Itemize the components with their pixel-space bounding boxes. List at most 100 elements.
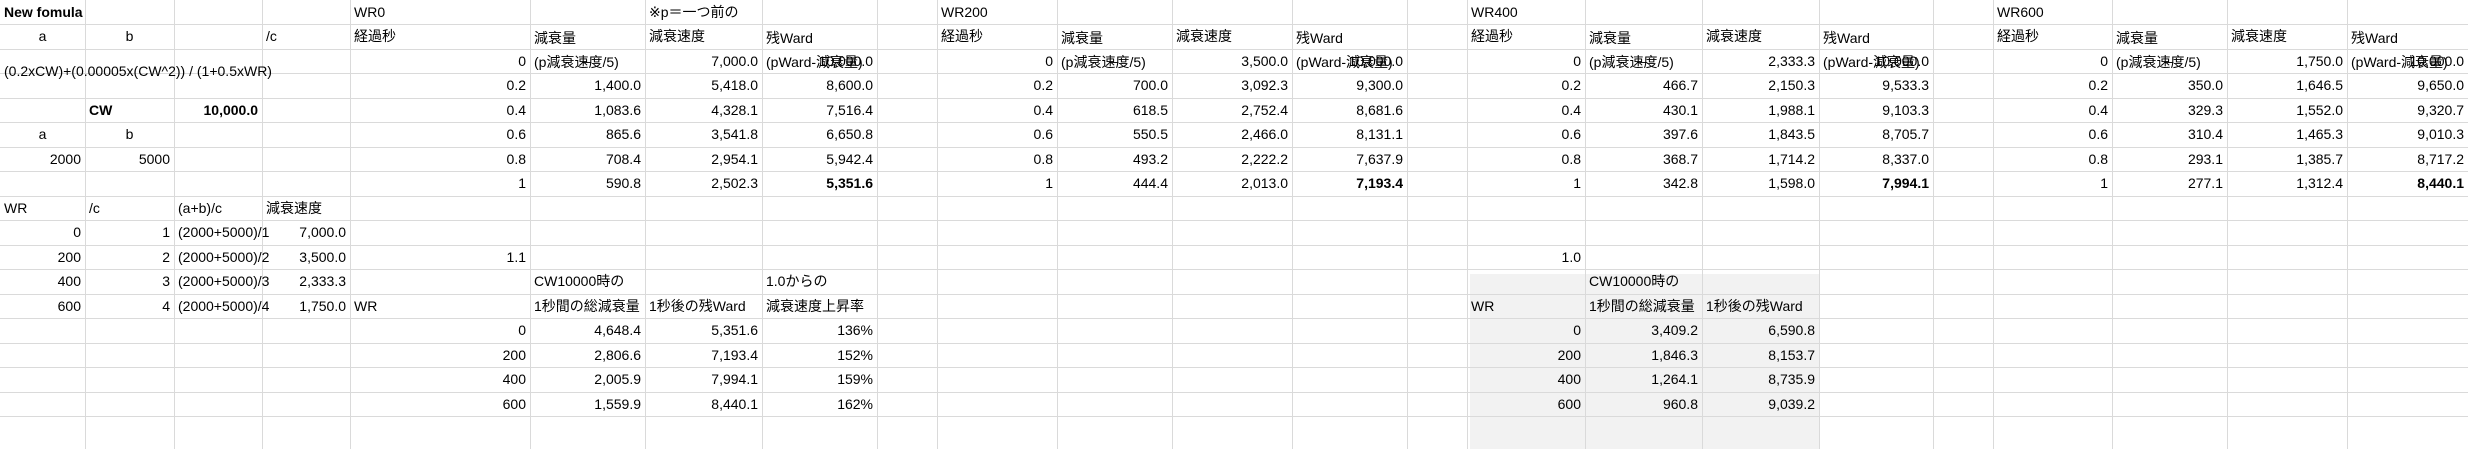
sheet-cell[interactable]: WR600	[1993, 0, 2112, 24]
sheet-cell[interactable]: 342.8	[1585, 171, 1702, 196]
sheet-cell[interactable]: b	[85, 24, 174, 49]
sheet-cell[interactable]: (2000+5000)/1	[174, 220, 269, 245]
sheet-cell[interactable]: 減衰量	[1585, 25, 1702, 51]
sheet-cell[interactable]: 経過秒	[1993, 24, 2112, 49]
sheet-cell[interactable]: 0.2	[1467, 73, 1585, 98]
sheet-cell[interactable]: 6,650.8	[762, 122, 877, 147]
sheet-cell[interactable]: 7,516.4	[762, 98, 877, 122]
sheet-cell[interactable]: 2,013.0	[1172, 171, 1292, 196]
sheet-cell[interactable]: 減衰速度	[1172, 24, 1292, 49]
sheet-cell[interactable]: 700.0	[1057, 73, 1172, 98]
sheet-cell[interactable]: 1,750.0	[2227, 49, 2347, 73]
sheet-cell[interactable]: 9,650.0	[2347, 73, 2468, 98]
sheet-cell[interactable]: 310.4	[2112, 122, 2227, 147]
sheet-cell[interactable]: 5,351.6	[645, 318, 762, 343]
sheet-cell[interactable]: 0	[937, 49, 1057, 73]
sheet-cell[interactable]: 200	[1467, 343, 1585, 367]
sheet-cell[interactable]: 1,385.7	[2227, 147, 2347, 171]
sheet-cell[interactable]: 減衰速度	[262, 196, 350, 220]
sheet-cell[interactable]: 3,409.2	[1585, 318, 1702, 343]
sheet-cell[interactable]: 8,735.9	[1702, 367, 1819, 392]
sheet-cell[interactable]: 2,005.9	[530, 367, 645, 392]
sheet-cell[interactable]: 0.2	[1993, 73, 2112, 98]
sheet-cell[interactable]: 9,039.2	[1702, 392, 1819, 416]
sheet-cell[interactable]: –	[1057, 49, 1172, 73]
sheet-cell[interactable]: 10,000.0	[1819, 49, 1933, 73]
sheet-cell[interactable]: 618.5	[1057, 98, 1172, 122]
sheet-cell[interactable]: 0	[1467, 318, 1585, 343]
sheet-cell[interactable]: 0.4	[1467, 98, 1585, 122]
sheet-cell[interactable]: 8,440.1	[2347, 171, 2468, 196]
sheet-cell[interactable]: 444.4	[1057, 171, 1172, 196]
sheet-cell[interactable]: 減衰量	[530, 25, 645, 51]
sheet-cell[interactable]: 7,193.4	[645, 343, 762, 367]
sheet-cell[interactable]: 0.6	[937, 122, 1057, 147]
sheet-cell[interactable]: 0.8	[1993, 147, 2112, 171]
sheet-cell[interactable]: 3,092.3	[1172, 73, 1292, 98]
sheet-cell[interactable]: 10,000.0	[1292, 49, 1407, 73]
sheet-cell[interactable]: 8,131.1	[1292, 122, 1407, 147]
sheet-cell[interactable]: 7,994.1	[645, 367, 762, 392]
sheet-cell[interactable]: 1,400.0	[530, 73, 645, 98]
sheet-cell[interactable]: 400	[350, 367, 530, 392]
sheet-cell[interactable]: 1秒間の総減衰量	[530, 294, 645, 318]
sheet-cell[interactable]: 7,994.1	[1819, 171, 1933, 196]
sheet-cell[interactable]: 6,590.8	[1702, 318, 1819, 343]
sheet-cell[interactable]: 7,000.0	[262, 220, 350, 245]
sheet-cell[interactable]: 2,954.1	[645, 147, 762, 171]
sheet-cell[interactable]: 7,193.4	[1292, 171, 1407, 196]
sheet-cell[interactable]: 8,705.7	[1819, 122, 1933, 147]
sheet-cell[interactable]: 8,153.7	[1702, 343, 1819, 367]
sheet-cell[interactable]: WR0	[350, 0, 530, 24]
sheet-cell[interactable]: 10,000.0	[762, 49, 877, 73]
sheet-cell[interactable]: 865.6	[530, 122, 645, 147]
sheet-cell[interactable]: 5000	[85, 147, 174, 171]
sheet-cell[interactable]: (a+b)/c	[174, 196, 262, 220]
sheet-cell[interactable]: 1	[350, 171, 530, 196]
sheet-cell[interactable]: 277.1	[2112, 171, 2227, 196]
sheet-cell[interactable]: 4	[85, 294, 174, 318]
sheet-cell[interactable]: 1秒後の残Ward	[645, 294, 762, 318]
sheet-cell[interactable]: 8,717.2	[2347, 147, 2468, 171]
sheet-cell[interactable]: 1	[1993, 171, 2112, 196]
sheet-cell[interactable]: 0.6	[1993, 122, 2112, 147]
sheet-cell[interactable]: 152%	[762, 343, 877, 367]
sheet-cell[interactable]: 397.6	[1585, 122, 1702, 147]
sheet-cell[interactable]: 減衰速度	[2227, 24, 2347, 49]
sheet-cell[interactable]: 493.2	[1057, 147, 1172, 171]
sheet-cell[interactable]: 1,988.1	[1702, 98, 1819, 122]
sheet-cell[interactable]: WR400	[1467, 0, 1585, 24]
sheet-cell[interactable]: (2000+5000)/4	[174, 294, 269, 318]
sheet-cell[interactable]: 0.4	[937, 98, 1057, 122]
sheet-cell[interactable]: –	[530, 49, 645, 73]
sheet-cell[interactable]: 0.6	[350, 122, 530, 147]
sheet-cell[interactable]: 0.8	[937, 147, 1057, 171]
sheet-cell[interactable]: 2,222.2	[1172, 147, 1292, 171]
sheet-cell[interactable]: 7,000.0	[645, 49, 762, 73]
sheet-cell[interactable]: 368.7	[1585, 147, 1702, 171]
sheet-cell[interactable]: 1,750.0	[262, 294, 350, 318]
sheet-cell[interactable]: 9,533.3	[1819, 73, 1933, 98]
sheet-cell[interactable]: 2,466.0	[1172, 122, 1292, 147]
sheet-cell[interactable]: 9,103.3	[1819, 98, 1933, 122]
sheet-cell[interactable]: 600	[0, 294, 85, 318]
sheet-cell[interactable]: 減衰速度	[1702, 24, 1819, 49]
sheet-cell[interactable]: 0.2	[937, 73, 1057, 98]
sheet-cell[interactable]: 経過秒	[1467, 24, 1585, 49]
sheet-cell[interactable]: 1,714.2	[1702, 147, 1819, 171]
sheet-cell[interactable]: CW10000時の	[1585, 269, 1702, 294]
sheet-cell[interactable]: 1	[85, 220, 174, 245]
sheet-cell[interactable]: 5,351.6	[762, 171, 877, 196]
sheet-cell[interactable]: 1	[937, 171, 1057, 196]
sheet-cell[interactable]: 9,300.0	[1292, 73, 1407, 98]
sheet-cell[interactable]: 10,000.0	[174, 98, 262, 122]
sheet-cell[interactable]: WR200	[937, 0, 1057, 24]
sheet-cell[interactable]: (0.2xCW)+(0.00005x(CW^2)) / (1+0.5xWR)	[0, 59, 272, 83]
sheet-cell[interactable]: 960.8	[1585, 392, 1702, 416]
sheet-cell[interactable]: 8,337.0	[1819, 147, 1933, 171]
sheet-cell[interactable]: 1,846.3	[1585, 343, 1702, 367]
sheet-cell[interactable]: 1,312.4	[2227, 171, 2347, 196]
sheet-cell[interactable]: 0.6	[1467, 122, 1585, 147]
spreadsheet-grid[interactable]: New fomula WR0 ※p＝一つ前の WR200 WR400 WR600 a b/c 経…	[0, 0, 2468, 449]
sheet-cell[interactable]: 0	[350, 49, 530, 73]
